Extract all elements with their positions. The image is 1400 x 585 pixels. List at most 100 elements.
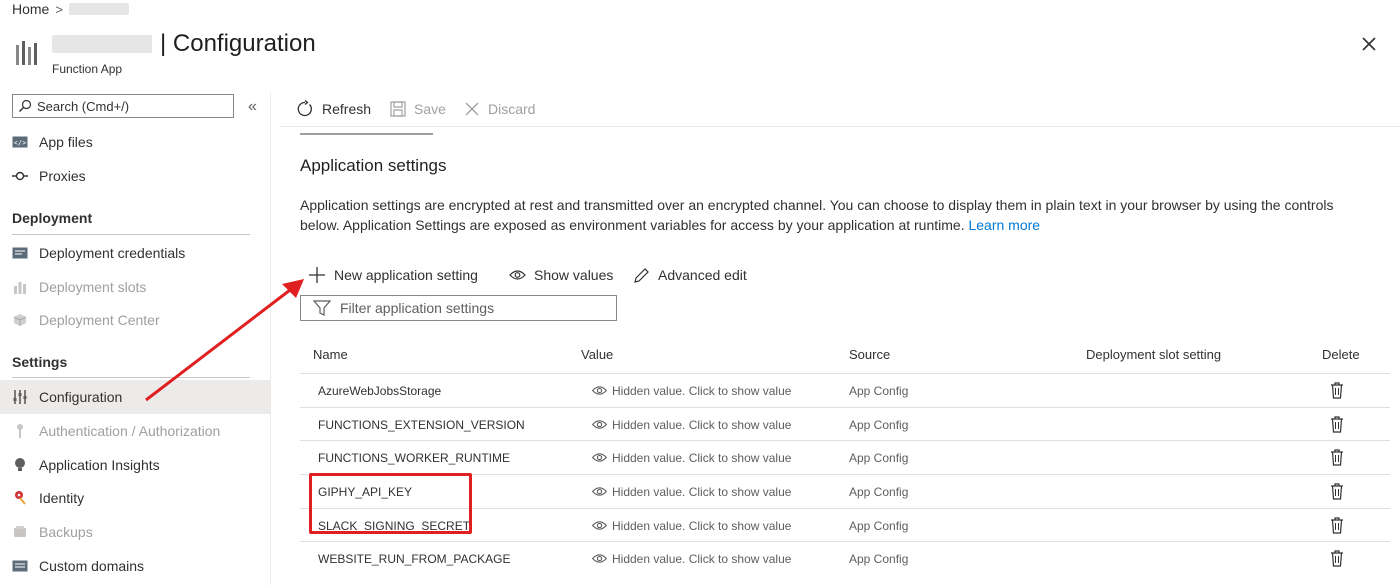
delete-button[interactable] <box>1330 408 1344 441</box>
svg-text:</>: </> <box>14 139 27 147</box>
sidebar-item-label: Configuration <box>39 389 123 405</box>
new-setting-label: New application setting <box>334 267 478 283</box>
setting-source: App Config <box>849 551 909 566</box>
learn-more-link[interactable]: Learn more <box>968 217 1040 233</box>
trash-icon <box>1331 550 1343 567</box>
page-title-text: | Configuration <box>160 30 316 57</box>
delete-button[interactable] <box>1330 509 1344 542</box>
sidebar-item-deployment-center[interactable]: Deployment Center <box>0 303 270 337</box>
section-heading-deployment: Deployment <box>12 210 93 226</box>
refresh-label: Refresh <box>322 101 372 117</box>
eye-icon <box>591 420 608 429</box>
column-header-slot-setting[interactable]: Deployment slot setting <box>1086 347 1221 362</box>
close-icon[interactable] <box>1358 33 1380 55</box>
breadcrumb-redacted-resource[interactable] <box>68 3 129 15</box>
new-application-setting-button[interactable]: New application setting <box>308 265 478 285</box>
hidden-value-text: Hidden value. Click to show value <box>612 383 792 398</box>
hidden-value-toggle[interactable]: Hidden value. Click to show value <box>591 374 791 407</box>
table-row[interactable]: AzureWebJobsStorage Hidden value. Click t… <box>300 373 1390 407</box>
setting-source: App Config <box>849 450 909 465</box>
sidebar-item-deployment-slots[interactable]: Deployment slots <box>0 270 270 304</box>
save-icon <box>390 101 406 117</box>
table-row[interactable]: FUNCTIONS_WORKER_RUNTIME Hidden value. Cl… <box>300 440 1390 474</box>
sidebar-item-label: Custom domains <box>39 558 145 574</box>
pencil-icon <box>634 267 649 283</box>
sidebar-item-label: Application Insights <box>39 457 160 473</box>
table-row[interactable]: WEBSITE_RUN_FROM_PACKAGE Hidden value. Cl… <box>300 541 1390 575</box>
advanced-edit-button[interactable]: Advanced edit <box>633 265 747 285</box>
sidebar-item-backups[interactable]: Backups <box>0 515 270 549</box>
search-icon <box>19 99 32 112</box>
delete-button[interactable] <box>1330 374 1344 407</box>
trash-icon <box>1331 382 1343 399</box>
sidebar-search-input[interactable]: Search (Cmd+/) <box>12 94 234 118</box>
identity-icon <box>12 490 28 506</box>
trash-icon <box>1331 483 1343 500</box>
setting-name[interactable]: FUNCTIONS_WORKER_RUNTIME <box>318 441 510 474</box>
hidden-value-text: Hidden value. Click to show value <box>612 417 792 432</box>
column-header-name[interactable]: Name <box>313 347 348 362</box>
hidden-value-toggle[interactable]: Hidden value. Click to show value <box>591 509 791 542</box>
filter-settings-input[interactable]: Filter application settings <box>300 295 617 321</box>
setting-name[interactable]: AzureWebJobsStorage <box>318 374 441 407</box>
toolbar-divider <box>280 126 1400 127</box>
sidebar-item-authentication[interactable]: Authentication / Authorization <box>0 414 270 448</box>
discard-label: Discard <box>488 101 536 117</box>
sidebar-item-identity[interactable]: Identity <box>0 481 270 515</box>
tab-indicator <box>300 133 433 135</box>
function-app-icon <box>16 41 37 65</box>
table-row[interactable]: FUNCTIONS_EXTENSION_VERSION Hidden value.… <box>300 407 1390 441</box>
show-values-label: Show values <box>534 267 614 283</box>
code-file-icon: </> <box>12 134 28 150</box>
hidden-value-toggle[interactable]: Hidden value. Click to show value <box>591 542 791 575</box>
sidebar-item-deployment-credentials[interactable]: Deployment credentials <box>0 236 270 270</box>
hidden-value-text: Hidden value. Click to show value <box>612 551 792 566</box>
discard-icon <box>465 102 479 116</box>
eye-icon <box>591 386 608 395</box>
column-header-value[interactable]: Value <box>581 347 613 362</box>
filter-icon <box>313 300 331 316</box>
refresh-button[interactable]: Refresh <box>296 99 371 119</box>
trash-icon <box>1331 416 1343 433</box>
backup-icon <box>12 524 28 540</box>
breadcrumb-home-link[interactable]: Home <box>12 1 49 17</box>
sidebar-item-configuration[interactable]: Configuration <box>0 380 270 414</box>
discard-button[interactable]: Discard <box>464 99 535 119</box>
sidebar-item-application-insights[interactable]: Application Insights <box>0 448 270 482</box>
settings-description: Application settings are encrypted at re… <box>300 195 1370 235</box>
setting-source: App Config <box>849 417 909 432</box>
plus-icon <box>309 267 325 283</box>
sidebar-item-proxies[interactable]: Proxies <box>0 159 270 193</box>
delete-button[interactable] <box>1330 441 1344 474</box>
hidden-value-toggle[interactable]: Hidden value. Click to show value <box>591 475 791 508</box>
sidebar-item-custom-domains[interactable]: Custom domains <box>0 549 270 583</box>
eye-icon <box>591 554 608 563</box>
delete-button[interactable] <box>1330 475 1344 508</box>
description-text: Application settings are encrypted at re… <box>300 197 1334 233</box>
column-header-source[interactable]: Source <box>849 347 890 362</box>
sidebar-item-app-files[interactable]: </> App files <box>0 125 270 159</box>
setting-name[interactable]: WEBSITE_RUN_FROM_PACKAGE <box>318 542 510 575</box>
collapse-sidebar-icon[interactable]: « <box>248 98 257 116</box>
key-icon <box>12 423 28 439</box>
save-label: Save <box>414 101 446 117</box>
sidebar-divider <box>270 92 271 585</box>
filter-placeholder: Filter application settings <box>340 300 495 316</box>
hidden-value-text: Hidden value. Click to show value <box>612 450 792 465</box>
hidden-value-toggle[interactable]: Hidden value. Click to show value <box>591 441 791 474</box>
eye-icon <box>591 487 608 496</box>
breadcrumb-separator: > <box>55 1 63 17</box>
save-button[interactable]: Save <box>390 99 446 119</box>
column-header-delete: Delete <box>1322 347 1360 362</box>
sidebar-item-label: Identity <box>39 490 85 506</box>
sidebar-item-label: Deployment Center <box>39 312 160 328</box>
setting-name[interactable]: FUNCTIONS_EXTENSION_VERSION <box>318 408 525 441</box>
delete-button[interactable] <box>1330 542 1344 575</box>
section-title: Application settings <box>300 156 447 175</box>
show-values-button[interactable]: Show values <box>509 265 613 285</box>
domain-icon <box>12 558 28 574</box>
hidden-value-toggle[interactable]: Hidden value. Click to show value <box>591 408 791 441</box>
eye-icon <box>591 453 608 462</box>
sidebar-item-label: Proxies <box>39 168 86 184</box>
sidebar-item-label: Backups <box>39 524 93 540</box>
